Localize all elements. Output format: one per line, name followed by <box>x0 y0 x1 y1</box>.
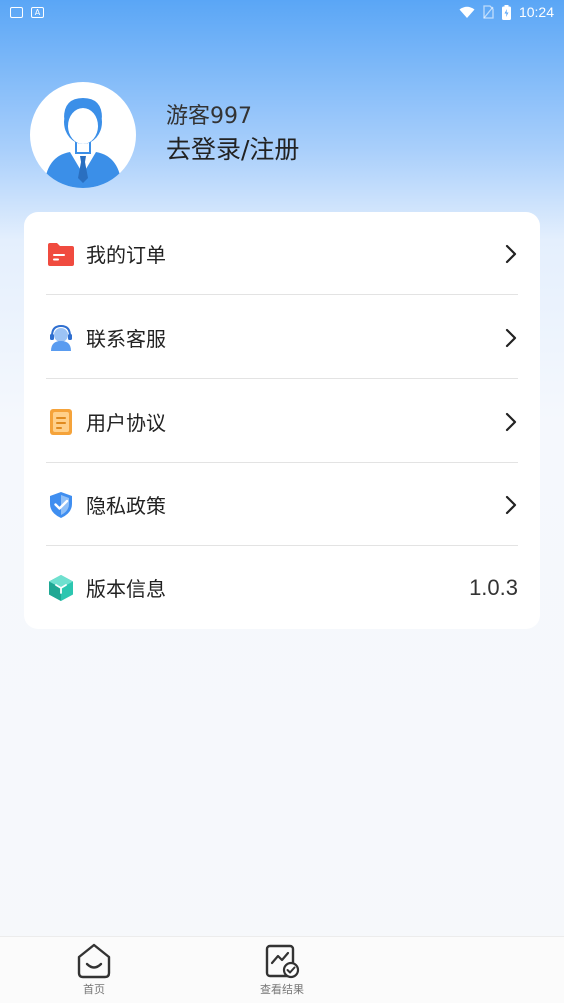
profile-header[interactable]: 游客997 去登录/注册 <box>30 82 299 188</box>
no-sim-icon <box>483 5 494 19</box>
chart-check-icon <box>265 944 300 979</box>
orders-folder-icon <box>46 239 76 269</box>
battery-charging-icon <box>501 4 511 20</box>
menu-item-my-orders[interactable]: 我的订单 <box>46 212 518 295</box>
home-smile-icon <box>77 943 111 979</box>
login-register-link[interactable]: 去登录/注册 <box>166 132 299 168</box>
status-time: 10:24 <box>518 4 554 20</box>
user-avatar-icon <box>44 98 122 188</box>
chevron-right-icon <box>505 244 517 263</box>
mail-icon <box>10 6 23 18</box>
menu-label: 版本信息 <box>86 577 166 601</box>
avatar[interactable] <box>30 82 136 188</box>
chevron-right-icon <box>505 328 517 347</box>
menu-label: 联系客服 <box>86 327 166 351</box>
chevron-right-icon <box>505 495 517 514</box>
menu-card: 我的订单 联系客服 用户协议 隐私政策 版本信息 1.0.3 <box>24 212 540 629</box>
document-icon <box>46 407 76 437</box>
menu-label: 我的订单 <box>86 243 166 267</box>
shield-check-icon <box>46 490 76 520</box>
tab-view-results[interactable]: 查看结果 <box>188 937 376 1003</box>
divider <box>46 378 518 379</box>
menu-item-contact-service[interactable]: 联系客服 <box>46 296 518 379</box>
cube-icon <box>46 573 76 603</box>
version-number: 1.0.3 <box>469 574 518 600</box>
username: 游客997 <box>166 104 252 129</box>
a-app-icon: A <box>31 6 44 18</box>
menu-item-version-info: 版本信息 1.0.3 <box>46 546 518 629</box>
menu-label: 用户协议 <box>86 411 166 435</box>
tab-label: 查看结果 <box>260 983 304 996</box>
divider <box>46 294 518 295</box>
wifi-icon <box>459 6 475 18</box>
menu-item-privacy-policy[interactable]: 隐私政策 <box>46 463 518 546</box>
bottom-tab-bar: 首页 查看结果 <box>0 936 564 1003</box>
customer-service-icon <box>46 323 76 353</box>
tab-label: 首页 <box>83 983 105 996</box>
menu-label: 隐私政策 <box>86 494 166 518</box>
menu-item-user-agreement[interactable]: 用户协议 <box>46 380 518 463</box>
tab-home[interactable]: 首页 <box>0 937 188 1003</box>
chevron-right-icon <box>505 412 517 431</box>
status-bar: A 10:24 <box>0 0 564 24</box>
